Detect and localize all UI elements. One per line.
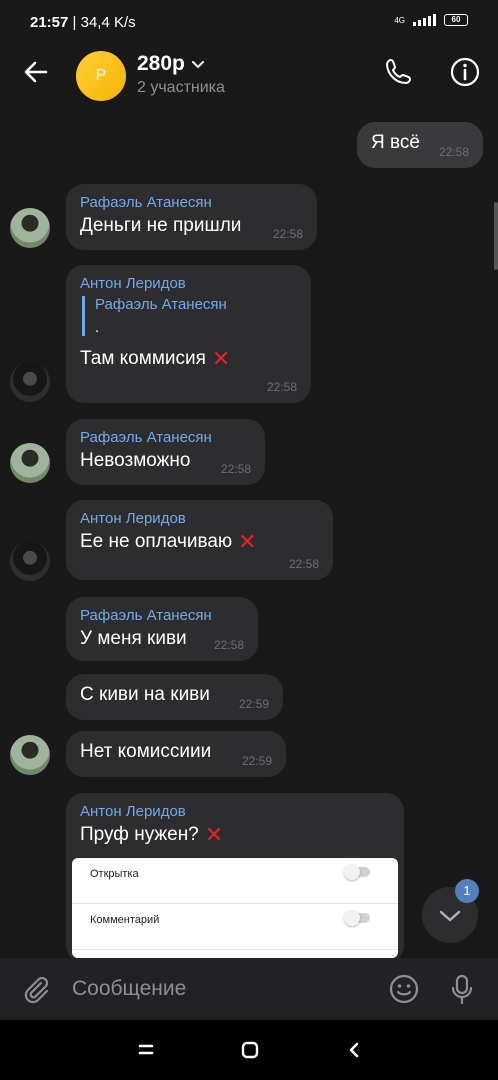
quote-text: . <box>95 319 100 336</box>
message-time: 22:58 <box>213 638 244 652</box>
message-input[interactable] <box>72 972 372 1006</box>
quote-sender: Рафаэль Атанесян <box>95 296 227 313</box>
battery-icon: 60 <box>444 14 468 26</box>
avatar[interactable] <box>10 541 50 581</box>
chat-avatar[interactable]: Р <box>76 51 126 101</box>
toggle-icon <box>344 864 370 880</box>
message-text: Ее не оплачиваю <box>80 531 233 552</box>
cross-mark-emoji: ✕ <box>211 346 231 371</box>
system-navigation-bar <box>0 1020 498 1080</box>
message-time: 22:59 <box>241 754 272 768</box>
status-bar: 21:57 | 34,4 K/s 4G 60 <box>0 0 498 44</box>
message-text: У меня киви <box>80 628 187 649</box>
cross-mark-emoji: ✕ <box>238 529 257 554</box>
scrollbar[interactable] <box>494 202 498 270</box>
info-icon[interactable] <box>449 56 481 88</box>
image-row-label: Открытка <box>90 868 139 880</box>
message-sender[interactable]: Антон Леридов <box>80 275 297 292</box>
message-text: С киви на киви <box>80 684 210 705</box>
message-text: Пруф нужен? <box>80 824 199 845</box>
image-row: Открытка <box>72 858 398 904</box>
message-sender[interactable]: Антон Леридов <box>80 803 390 820</box>
message-sender[interactable]: Антон Леридов <box>80 510 319 527</box>
image-row: Комментарий <box>72 904 398 950</box>
message-time: 22:58 <box>272 227 303 241</box>
message-time: 22:58 <box>266 380 297 394</box>
message-text: Невозможно <box>80 450 191 471</box>
message-time: 22:58 <box>288 557 319 571</box>
message-text-row: Там коммисия ✕ <box>80 348 230 370</box>
microphone-icon[interactable] <box>446 973 478 1005</box>
menu-icon[interactable] <box>132 1036 160 1064</box>
chat-subtitle: 2 участника <box>137 79 225 96</box>
chat-header: Р 280р 2 участника <box>0 44 498 108</box>
message-composer <box>0 958 498 1020</box>
message-time: 22:58 <box>220 462 251 476</box>
message-text-row: Ее не оплачиваю ✕ <box>80 531 257 553</box>
unread-badge: 1 <box>455 879 479 903</box>
avatar[interactable] <box>10 735 50 775</box>
attached-image[interactable]: Открытка Комментарий <box>72 858 398 958</box>
message-sender[interactable]: Рафаэль Атанесян <box>80 194 303 211</box>
avatar[interactable] <box>10 443 50 483</box>
back-arrow-icon[interactable] <box>20 56 52 88</box>
network-type: 4G <box>394 15 405 25</box>
message-sender[interactable]: Рафаэль Атанесян <box>80 607 244 624</box>
message-bubble[interactable]: Рафаэль Атанесян У меня киви 22:58 <box>66 597 258 661</box>
toggle-icon <box>344 910 370 926</box>
message-bubble[interactable]: Антон Леридов Ее не оплачиваю ✕ 22:58 <box>66 500 333 580</box>
phone-call-icon[interactable] <box>383 56 415 88</box>
message-text: Деньги не пришли <box>80 215 242 236</box>
emoji-icon[interactable] <box>388 973 420 1005</box>
message-text-row: Пруф нужен? ✕ <box>80 824 223 846</box>
message-time: 22:58 <box>438 145 469 159</box>
message-text: Нет комиссиии <box>80 741 212 762</box>
status-icons: 4G 60 <box>394 14 468 26</box>
chat-title[interactable]: 280р <box>137 52 205 76</box>
chevron-down-icon <box>191 61 204 69</box>
signal-icon <box>413 14 436 26</box>
message-text: Я всё <box>371 132 420 153</box>
message-bubble[interactable]: Нет комиссиии 22:59 <box>66 731 286 777</box>
paperclip-icon[interactable] <box>20 973 52 1005</box>
cross-mark-emoji: ✕ <box>204 822 224 847</box>
home-icon[interactable] <box>236 1036 264 1064</box>
message-bubble[interactable]: Антон Леридов Рафаэль Атанесян . Там ком… <box>66 265 311 403</box>
status-time: 21:57 | 34,4 K/s <box>30 14 136 31</box>
message-bubble[interactable]: С киви на киви 22:59 <box>66 674 283 720</box>
back-icon[interactable] <box>340 1036 368 1064</box>
avatar[interactable] <box>10 208 50 248</box>
reply-quote[interactable]: Рафаэль Атанесян . <box>82 296 297 336</box>
message-bubble[interactable]: Рафаэль Атанесян Деньги не пришли 22:58 <box>66 184 317 250</box>
image-row-label: Комментарий <box>90 914 160 926</box>
message-text: Там коммисия <box>80 348 206 369</box>
message-bubble-own[interactable]: Я всё 22:58 <box>357 122 483 168</box>
message-bubble[interactable]: Рафаэль Атанесян Невозможно 22:58 <box>66 419 265 485</box>
message-sender[interactable]: Рафаэль Атанесян <box>80 429 251 446</box>
avatar[interactable] <box>10 362 50 402</box>
message-time: 22:59 <box>238 697 269 711</box>
